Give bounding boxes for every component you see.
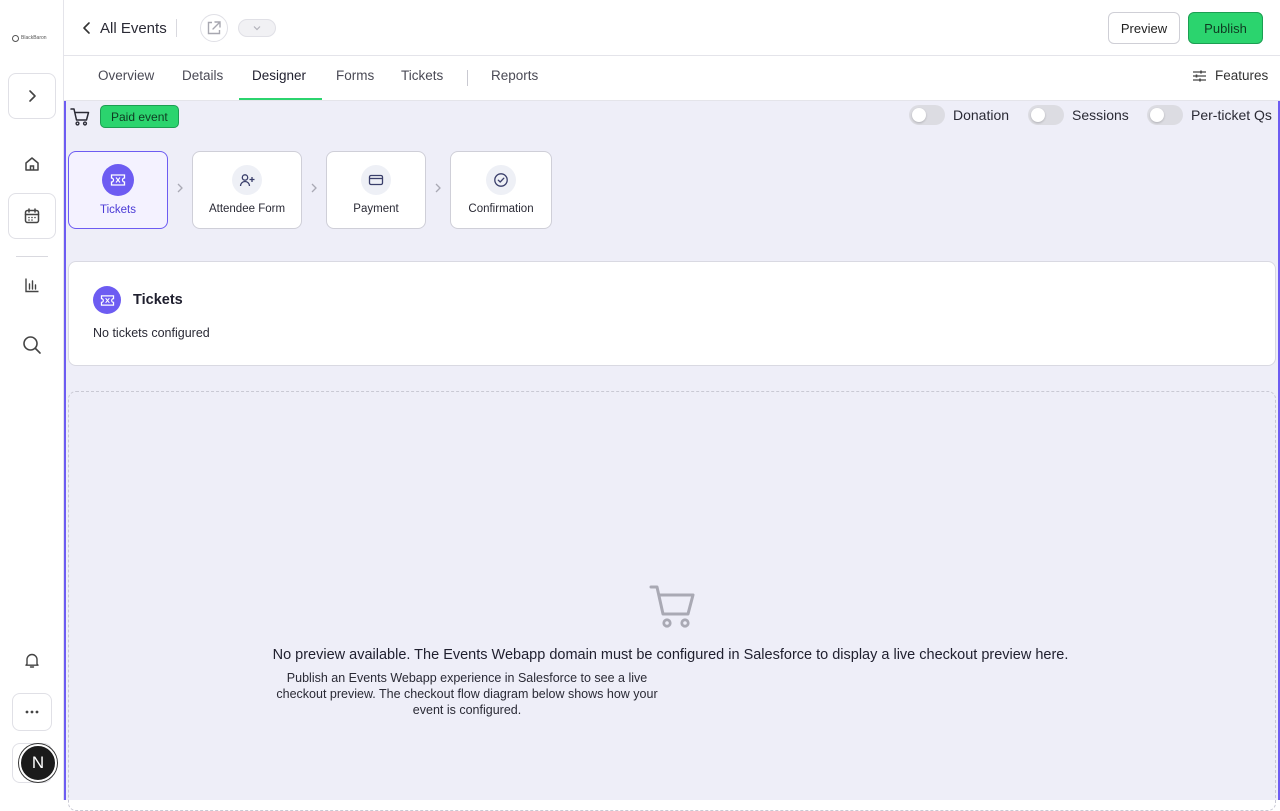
check-circle-icon bbox=[486, 165, 516, 195]
search-icon bbox=[23, 336, 41, 354]
chevron-right-icon bbox=[435, 183, 441, 193]
user-plus-icon bbox=[232, 165, 262, 195]
tickets-card-title: Tickets bbox=[133, 292, 183, 308]
logo-mark-icon bbox=[12, 34, 19, 42]
active-tab-indicator bbox=[239, 98, 322, 100]
home-icon bbox=[25, 157, 39, 171]
more-horizontal-icon bbox=[25, 710, 39, 714]
publish-button[interactable]: Publish bbox=[1188, 12, 1263, 44]
paid-event-badge: Paid event bbox=[100, 105, 179, 128]
open-external-button[interactable] bbox=[200, 14, 228, 42]
step-tickets[interactable]: Tickets bbox=[68, 151, 168, 229]
ticket-icon bbox=[102, 164, 134, 196]
back-to-all-events-link[interactable]: All Events bbox=[82, 16, 167, 40]
bar-chart-icon bbox=[25, 278, 39, 293]
preview-unavailable-title: No preview available. The Events Webapp … bbox=[272, 647, 1069, 663]
features-label: Features bbox=[1215, 68, 1269, 83]
per-ticket-questions-toggle[interactable]: Per-ticket Qs bbox=[1147, 105, 1272, 125]
external-link-icon bbox=[207, 21, 221, 35]
donation-toggle[interactable]: Donation bbox=[909, 105, 1009, 125]
chevron-left-icon bbox=[83, 22, 90, 34]
sessions-switch[interactable] bbox=[1028, 105, 1064, 125]
step-attendee-form[interactable]: Attendee Form bbox=[192, 151, 302, 229]
tickets-empty-text: No tickets configured bbox=[93, 326, 210, 340]
ticket-icon bbox=[93, 286, 121, 314]
header-divider bbox=[176, 19, 177, 37]
tab-tickets[interactable]: Tickets bbox=[401, 68, 443, 83]
events-nav-button[interactable] bbox=[8, 193, 56, 239]
tab-details[interactable]: Details bbox=[182, 68, 223, 83]
step-label: Payment bbox=[353, 203, 399, 215]
cart-icon bbox=[649, 585, 695, 628]
step-payment[interactable]: Payment bbox=[326, 151, 426, 229]
bell-icon bbox=[25, 653, 39, 668]
chevron-right-icon bbox=[29, 90, 36, 102]
per-ticket-questions-label: Per-ticket Qs bbox=[1191, 107, 1272, 123]
avatar-initial: N bbox=[31, 753, 45, 772]
rail-divider bbox=[16, 256, 48, 257]
credit-card-icon bbox=[361, 165, 391, 195]
donation-switch[interactable] bbox=[909, 105, 945, 125]
chevron-right-icon bbox=[311, 183, 317, 193]
donation-label: Donation bbox=[953, 107, 1010, 123]
step-label: Attendee Form bbox=[208, 203, 286, 215]
tab-divider bbox=[467, 70, 468, 86]
avatar[interactable]: N bbox=[19, 744, 57, 782]
tab-overview[interactable]: Overview bbox=[98, 68, 154, 83]
chevron-right-icon bbox=[177, 183, 183, 193]
cart-icon bbox=[70, 108, 90, 126]
expand-sidebar-button[interactable] bbox=[8, 73, 56, 119]
step-label: Tickets bbox=[100, 204, 136, 216]
top-header: All Events Preview Publish bbox=[64, 0, 1280, 56]
more-button[interactable] bbox=[12, 693, 52, 731]
checkout-preview-area: No preview available. The Events Webapp … bbox=[68, 391, 1276, 811]
per-ticket-questions-switch[interactable] bbox=[1147, 105, 1183, 125]
chevron-down-icon bbox=[253, 26, 261, 31]
sliders-icon bbox=[1193, 70, 1206, 81]
left-rail: BlackBaron N bbox=[0, 0, 64, 800]
tab-bar: Overview Details Designer Forms Tickets … bbox=[64, 56, 1280, 101]
preview-unavailable-note: Publish an Events Webapp experience in S… bbox=[276, 671, 658, 717]
tab-designer[interactable]: Designer bbox=[252, 68, 306, 83]
sessions-toggle[interactable]: Sessions bbox=[1028, 105, 1129, 125]
tickets-card: Tickets No tickets configured bbox=[68, 261, 1276, 366]
search-nav-button[interactable] bbox=[20, 333, 44, 357]
designer-canvas: Paid event Donation Sessions Per-ticket … bbox=[64, 101, 1280, 811]
home-nav-button[interactable] bbox=[20, 152, 44, 176]
logo-text: BlackBaron bbox=[21, 35, 47, 41]
step-confirmation[interactable]: Confirmation bbox=[450, 151, 552, 229]
calendar-icon bbox=[24, 208, 40, 224]
step-label: Confirmation bbox=[468, 203, 534, 215]
reports-nav-button[interactable] bbox=[20, 273, 44, 297]
tab-forms[interactable]: Forms bbox=[336, 68, 374, 83]
sessions-label: Sessions bbox=[1072, 107, 1129, 123]
status-dropdown[interactable] bbox=[238, 19, 276, 37]
features-button[interactable]: Features bbox=[1192, 68, 1268, 83]
preview-button[interactable]: Preview bbox=[1108, 12, 1180, 44]
back-label: All Events bbox=[100, 19, 167, 37]
app-logo: BlackBaron bbox=[12, 32, 52, 44]
tab-reports[interactable]: Reports bbox=[491, 68, 538, 83]
notifications-button[interactable] bbox=[20, 648, 44, 672]
